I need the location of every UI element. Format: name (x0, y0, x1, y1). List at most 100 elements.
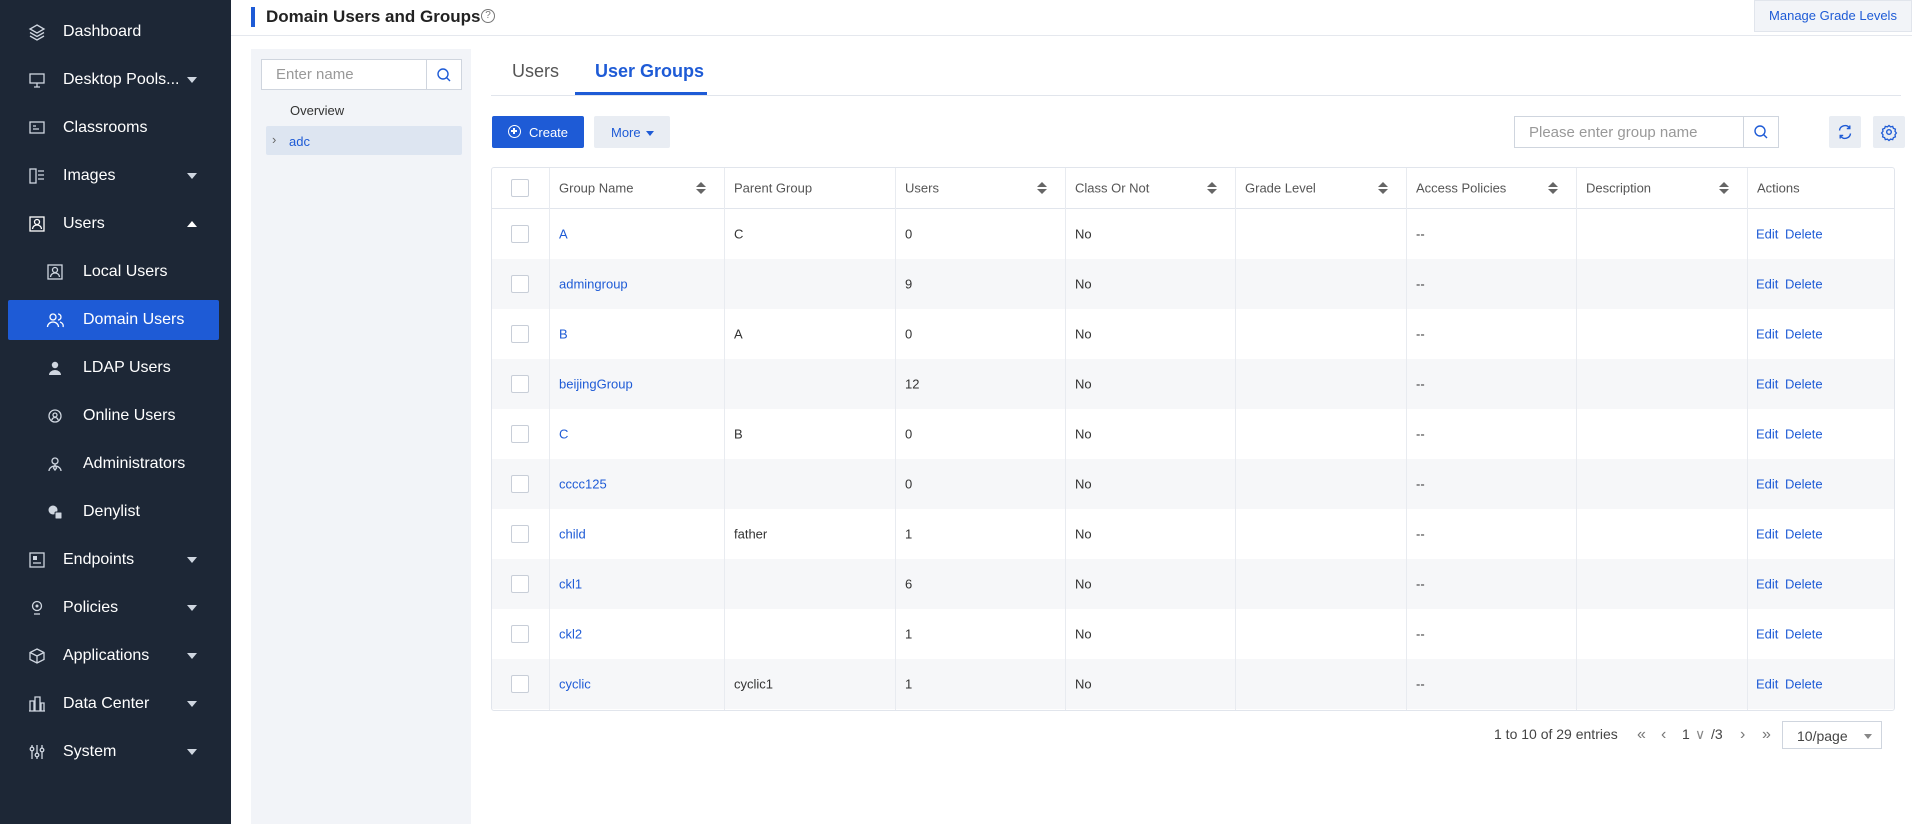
select-all-checkbox[interactable] (511, 179, 529, 197)
cell-access-policies: -- (1406, 609, 1576, 659)
delete-link[interactable]: Delete (1785, 477, 1823, 492)
settings-button[interactable] (1873, 116, 1905, 148)
delete-link[interactable]: Delete (1785, 427, 1823, 442)
group-name-link[interactable]: ckl2 (559, 627, 582, 642)
group-search-button[interactable] (1743, 117, 1778, 147)
group-name-link[interactable]: admingroup (559, 277, 628, 292)
tree-node-adc[interactable]: › adc (266, 126, 462, 155)
edit-link[interactable]: Edit (1756, 677, 1778, 692)
row-checkbox[interactable] (511, 575, 529, 593)
edit-link[interactable]: Edit (1756, 377, 1778, 392)
row-checkbox[interactable] (511, 375, 529, 393)
sidebar-item-administrators[interactable]: Administrators (8, 444, 219, 484)
sort-icon[interactable] (1548, 182, 1558, 194)
delete-link[interactable]: Delete (1785, 527, 1823, 542)
delete-link[interactable]: Delete (1785, 227, 1823, 242)
tree-overview-item[interactable]: Overview (290, 103, 344, 118)
sort-icon[interactable] (1719, 182, 1729, 194)
tree-search-button[interactable] (426, 60, 461, 89)
current-page-number[interactable]: 1 (1682, 726, 1690, 746)
sidebar-item-online-users[interactable]: Online Users (8, 396, 219, 436)
row-checkbox[interactable] (511, 675, 529, 693)
first-page-icon[interactable]: « (1637, 726, 1646, 744)
edit-link[interactable]: Edit (1756, 227, 1778, 242)
help-icon[interactable]: ? (481, 9, 495, 23)
sidebar-item-data-center[interactable]: Data Center (8, 684, 219, 724)
group-name-link[interactable]: cccc125 (559, 477, 607, 492)
column-header-group-name[interactable]: Group Name (549, 168, 724, 208)
per-page-select[interactable]: 10/page (1782, 721, 1882, 749)
row-checkbox[interactable] (511, 425, 529, 443)
sidebar-item-system[interactable]: System (8, 732, 219, 772)
sort-icon[interactable] (1207, 182, 1217, 194)
delete-link[interactable]: Delete (1785, 577, 1823, 592)
delete-link[interactable]: Delete (1785, 677, 1823, 692)
row-checkbox[interactable] (511, 225, 529, 243)
cell-description (1576, 409, 1747, 459)
group-name-link[interactable]: ckl1 (559, 577, 582, 592)
cell-value: -- (1416, 276, 1425, 292)
prev-page-icon[interactable]: ‹ (1661, 726, 1666, 744)
edit-link[interactable]: Edit (1756, 577, 1778, 592)
create-button[interactable]: Create (492, 116, 584, 148)
group-name-link[interactable]: A (559, 227, 568, 242)
sidebar-item-endpoints[interactable]: Endpoints (8, 540, 219, 580)
sidebar-item-users[interactable]: Users (8, 204, 219, 244)
sidebar-item-desktop-pools[interactable]: Desktop Pools... (8, 60, 219, 100)
manage-grade-levels-button[interactable]: Manage Grade Levels (1754, 0, 1912, 32)
sidebar-item-ldap-users[interactable]: LDAP Users (8, 348, 219, 388)
group-name-link[interactable]: beijingGroup (559, 377, 633, 392)
delete-link[interactable]: Delete (1785, 327, 1823, 342)
last-page-icon[interactable]: » (1762, 726, 1771, 744)
row-checkbox[interactable] (511, 275, 529, 293)
caret-down-icon (187, 653, 197, 659)
sort-icon[interactable] (1037, 182, 1047, 194)
sidebar-item-applications[interactable]: Applications (8, 636, 219, 676)
edit-link[interactable]: Edit (1756, 627, 1778, 642)
sidebar-item-local-users[interactable]: Local Users (8, 252, 219, 292)
sidebar-item-classrooms[interactable]: Classrooms (8, 108, 219, 148)
sort-icon[interactable] (696, 182, 706, 194)
edit-link[interactable]: Edit (1756, 477, 1778, 492)
row-checkbox[interactable] (511, 625, 529, 643)
column-header-description[interactable]: Description (1576, 168, 1747, 208)
chevron-right-icon[interactable]: › (272, 132, 276, 147)
group-name-link[interactable]: B (559, 327, 568, 342)
cell-class-or-not: No (1065, 459, 1235, 509)
column-header-grade-level[interactable]: Grade Level (1235, 168, 1406, 208)
row-checkbox[interactable] (511, 475, 529, 493)
sidebar-item-dashboard[interactable]: Dashboard (8, 12, 219, 52)
sort-icon[interactable] (1378, 182, 1388, 194)
group-name-link[interactable]: cyclic (559, 677, 591, 692)
next-page-icon[interactable]: › (1740, 726, 1745, 744)
tab-users[interactable]: Users (512, 61, 559, 82)
row-checkbox[interactable] (511, 325, 529, 343)
edit-link[interactable]: Edit (1756, 527, 1778, 542)
refresh-button[interactable] (1829, 116, 1861, 148)
edit-link[interactable]: Edit (1756, 327, 1778, 342)
tab-user-groups[interactable]: User Groups (595, 61, 704, 82)
group-name-link[interactable]: child (559, 527, 586, 542)
group-name-link[interactable]: C (559, 427, 568, 442)
column-header-users[interactable]: Users (895, 168, 1065, 208)
delete-link[interactable]: Delete (1785, 377, 1823, 392)
column-header-access-policies[interactable]: Access Policies (1406, 168, 1576, 208)
sidebar-item-domain-users[interactable]: Domain Users (8, 300, 219, 340)
cell-value: -- (1416, 476, 1425, 492)
delete-link[interactable]: Delete (1785, 277, 1823, 292)
page-dropdown-icon[interactable]: ∨ (1695, 726, 1705, 746)
edit-link[interactable]: Edit (1756, 427, 1778, 442)
plus-circle-icon (508, 125, 521, 138)
group-search-input[interactable] (1515, 117, 1740, 147)
sidebar-item-policies[interactable]: Policies (8, 588, 219, 628)
more-dropdown-button[interactable]: More (594, 116, 670, 148)
sidebar-item-images[interactable]: Images (8, 156, 219, 196)
edit-link[interactable]: Edit (1756, 277, 1778, 292)
column-header-class-or-not[interactable]: Class Or Not (1065, 168, 1235, 208)
sidebar-item-denylist[interactable]: Denylist (8, 492, 219, 532)
cell-value: -- (1416, 376, 1425, 392)
cell-value: No (1075, 226, 1092, 242)
delete-link[interactable]: Delete (1785, 627, 1823, 642)
row-checkbox[interactable] (511, 525, 529, 543)
tree-search-input[interactable] (262, 60, 427, 89)
